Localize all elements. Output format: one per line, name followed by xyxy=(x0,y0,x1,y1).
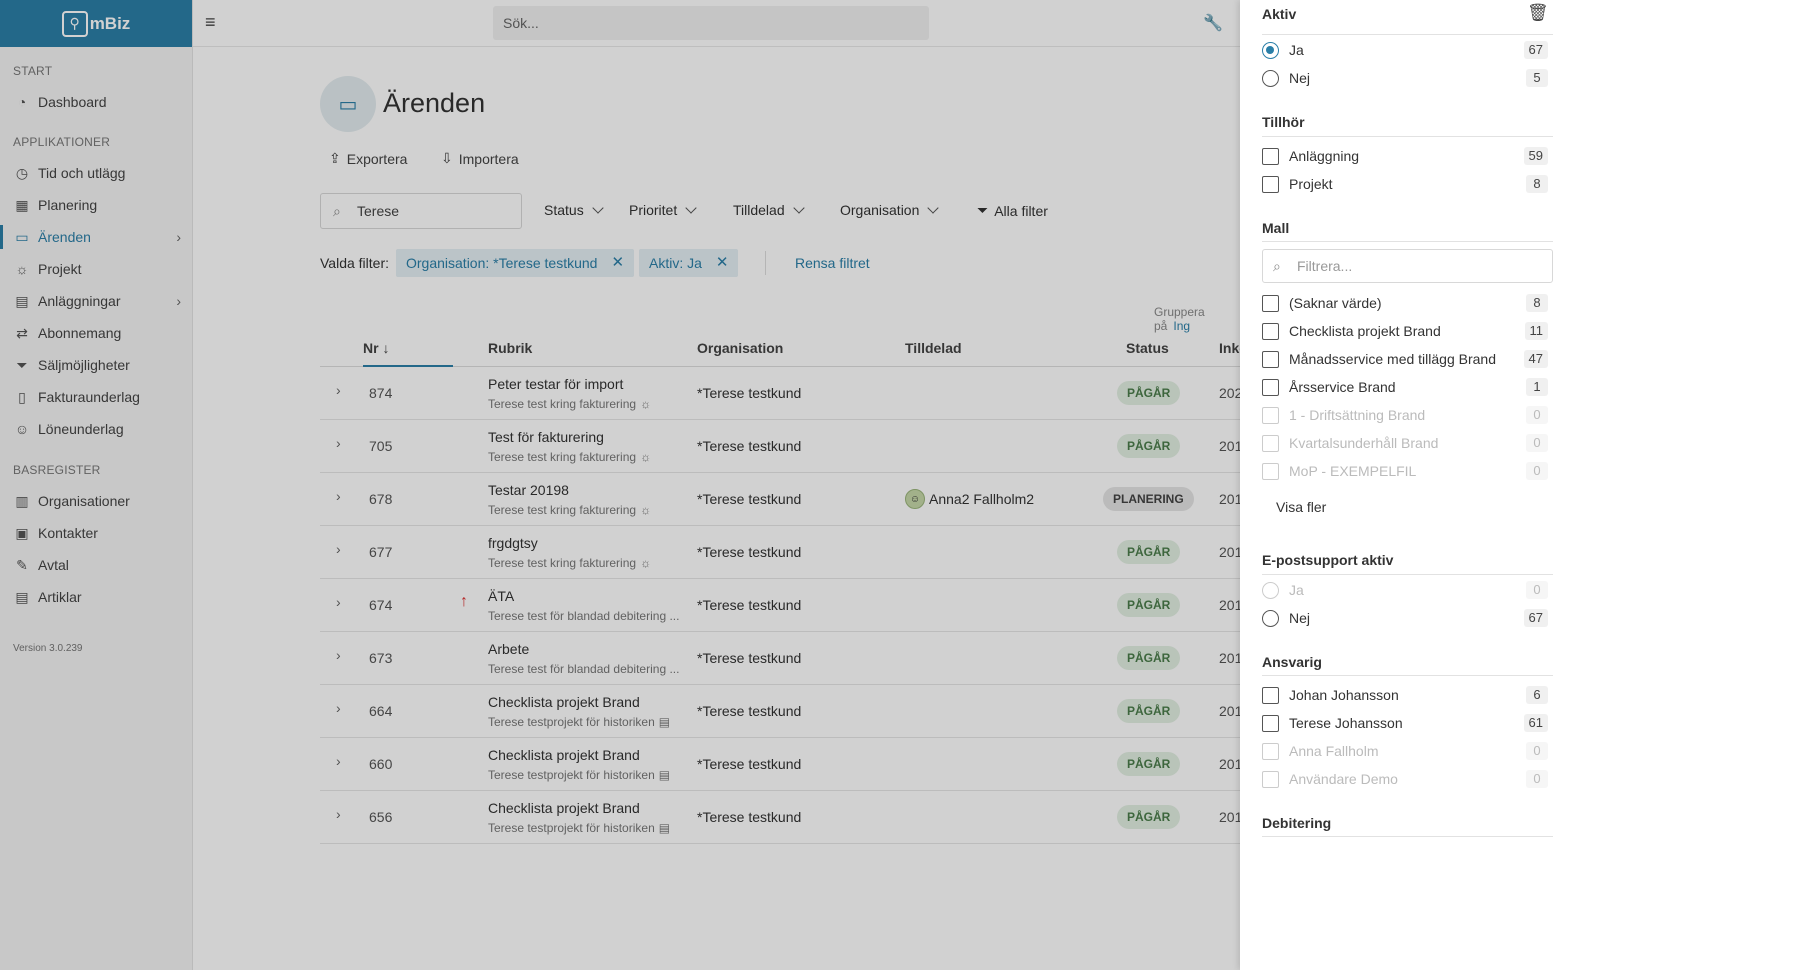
radio xyxy=(1262,581,1279,599)
option-label: MoP - EXEMPELFIL xyxy=(1289,463,1417,479)
filter-option-mall[interactable]: Årsservice Brand 1 xyxy=(1262,376,1548,398)
option-count: 0 xyxy=(1526,742,1548,760)
filter-option-ansvarig[interactable]: Terese Johansson 61 xyxy=(1262,712,1548,734)
option-label: Nej xyxy=(1289,610,1311,626)
option-count: 0 xyxy=(1526,581,1548,599)
filter-heading-tillhor: Tillhör xyxy=(1262,114,1305,130)
filter-option-mall: 1 - Driftsättning Brand 0 xyxy=(1262,404,1548,426)
filter-option-ansvarig: Anna Fallholm 0 xyxy=(1262,740,1548,762)
option-count: 67 xyxy=(1523,609,1548,627)
checkbox xyxy=(1262,742,1279,760)
option-count: 0 xyxy=(1526,462,1548,480)
filter-heading-aktiv: Aktiv xyxy=(1262,6,1297,22)
mall-filter-placeholder: Filtrera... xyxy=(1297,258,1353,274)
filter-option-epost-ja: Ja 0 xyxy=(1262,579,1548,601)
checkbox xyxy=(1262,434,1279,452)
divider xyxy=(1262,136,1553,137)
show-more-button[interactable]: Visa fler xyxy=(1276,499,1326,515)
checkbox[interactable] xyxy=(1262,714,1279,732)
filter-option-ansvarig[interactable]: Johan Johansson 6 xyxy=(1262,684,1548,706)
option-count: 8 xyxy=(1526,175,1548,193)
divider xyxy=(1262,241,1553,242)
radio[interactable] xyxy=(1262,609,1279,627)
filter-option-mall[interactable]: Månadsservice med tillägg Brand 47 xyxy=(1262,348,1548,370)
option-count: 5 xyxy=(1526,69,1548,87)
divider xyxy=(1262,574,1553,575)
option-count: 0 xyxy=(1526,406,1548,424)
option-count: 0 xyxy=(1526,770,1548,788)
option-count: 47 xyxy=(1523,350,1548,368)
checkbox[interactable] xyxy=(1262,175,1279,193)
filter-option-mall[interactable]: Checklista projekt Brand 11 xyxy=(1262,320,1548,342)
filter-option-anlaggning[interactable]: Anläggning 59 xyxy=(1262,145,1548,167)
option-label: Johan Johansson xyxy=(1289,687,1399,703)
filter-panel: Aktiv 🗑 Ja 67 Nej 5 Tillhör Anläggning 5… xyxy=(1240,0,1801,970)
search-icon: ⌕ xyxy=(1273,258,1281,274)
option-label: Ja xyxy=(1289,582,1304,598)
filter-option-mall: Kvartalsunderhåll Brand 0 xyxy=(1262,432,1548,454)
checkbox[interactable] xyxy=(1262,322,1279,340)
option-label: Anläggning xyxy=(1289,148,1360,164)
option-label: Månadsservice med tillägg Brand xyxy=(1289,351,1496,367)
option-count: 11 xyxy=(1524,322,1548,340)
option-label: Nej xyxy=(1289,70,1311,86)
option-count: 59 xyxy=(1523,147,1548,165)
checkbox xyxy=(1262,406,1279,424)
filter-option-aktiv-ja[interactable]: Ja 67 xyxy=(1262,39,1548,61)
trash-icon[interactable]: 🗑 xyxy=(1527,3,1549,23)
option-label: Anna Fallholm xyxy=(1289,743,1379,759)
checkbox[interactable] xyxy=(1262,147,1279,165)
option-label: (Saknar värde) xyxy=(1289,295,1382,311)
divider xyxy=(1262,836,1553,837)
checkbox[interactable] xyxy=(1262,378,1279,396)
divider xyxy=(1262,34,1553,35)
checkbox[interactable] xyxy=(1262,350,1279,368)
option-count: 8 xyxy=(1526,294,1548,312)
option-label: Användare Demo xyxy=(1289,771,1398,787)
filter-option-epost-nej[interactable]: Nej 67 xyxy=(1262,607,1548,629)
divider xyxy=(1262,675,1553,676)
filter-option-mall: MoP - EXEMPELFIL 0 xyxy=(1262,460,1548,482)
option-count: 67 xyxy=(1523,41,1548,59)
filter-heading-mall: Mall xyxy=(1262,220,1290,236)
filter-heading-ansvarig: Ansvarig xyxy=(1262,654,1322,670)
option-label: Checklista projekt Brand xyxy=(1289,323,1441,339)
option-label: Terese Johansson xyxy=(1289,715,1403,731)
checkbox[interactable] xyxy=(1262,686,1279,704)
option-count: 61 xyxy=(1523,714,1548,732)
checkbox xyxy=(1262,770,1279,788)
option-label: 1 - Driftsättning Brand xyxy=(1289,407,1426,423)
option-label: Ja xyxy=(1289,42,1304,58)
main-content: ▭ Ärenden ⇪ Exportera ⇩ Importera ⌕ Tere… xyxy=(0,0,1248,970)
option-count: 0 xyxy=(1526,434,1548,452)
option-label: Projekt xyxy=(1289,176,1333,192)
option-label: Årsservice Brand xyxy=(1289,379,1396,395)
radio-selected[interactable] xyxy=(1262,41,1279,59)
option-count: 6 xyxy=(1526,686,1548,704)
filter-option-mall[interactable]: (Saknar värde) 8 xyxy=(1262,292,1548,314)
modal-backdrop[interactable] xyxy=(0,0,1240,970)
checkbox[interactable] xyxy=(1262,294,1279,312)
filter-heading-debitering: Debitering xyxy=(1262,815,1332,831)
option-count: 1 xyxy=(1526,378,1548,396)
option-label: Kvartalsunderhåll Brand xyxy=(1289,435,1439,451)
filter-heading-epost: E-postsupport aktiv xyxy=(1262,552,1394,568)
radio[interactable] xyxy=(1262,69,1279,87)
filter-option-ansvarig: Användare Demo 0 xyxy=(1262,768,1548,790)
mall-filter-input[interactable]: ⌕ Filtrera... xyxy=(1262,249,1553,283)
filter-option-aktiv-nej[interactable]: Nej 5 xyxy=(1262,67,1548,89)
checkbox xyxy=(1262,462,1279,480)
filter-option-projekt[interactable]: Projekt 8 xyxy=(1262,173,1548,195)
